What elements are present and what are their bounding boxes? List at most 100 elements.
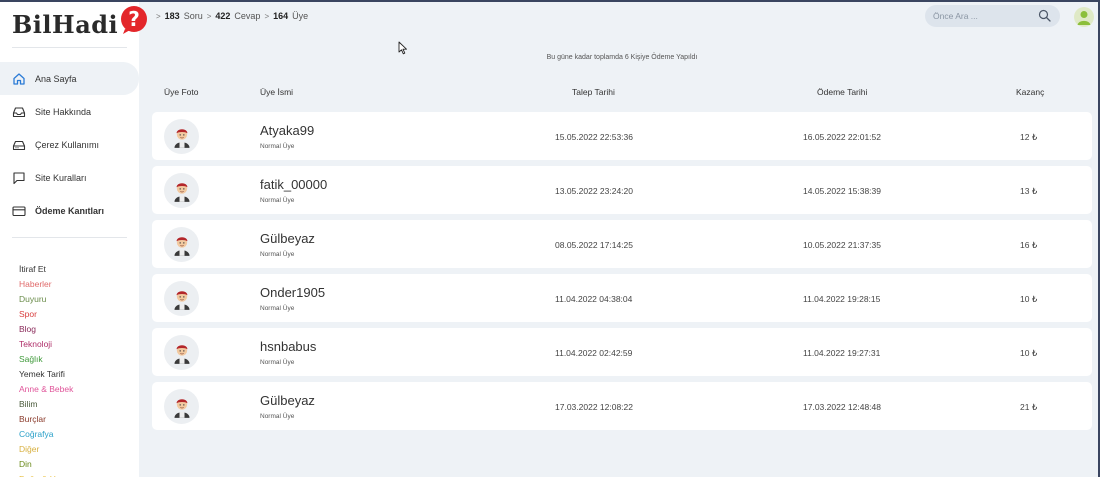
message-icon [12,171,26,185]
member-name[interactable]: Atyaka99 [260,123,314,138]
member-name[interactable]: Gülbeyaz [260,393,315,408]
column-header-photo: Üye Foto [164,87,199,97]
member-role: Normal Üye [260,305,295,312]
member-name[interactable]: fatik_00000 [260,177,327,192]
category-link[interactable]: Coğrafya [19,427,79,442]
table-header: Üye Foto Üye İsmi Talep Tarihi Ödeme Tar… [152,87,1092,101]
nav-label: Ana Sayfa [35,73,77,84]
nav-item-about[interactable]: Site Hakkında [0,95,139,128]
member-photo[interactable] [164,227,199,262]
nav-divider [12,237,127,238]
category-link[interactable]: Teknoloji [19,337,79,352]
member-role: Normal Üye [260,413,295,420]
member-avatar-icon [174,236,189,256]
search-box [925,5,1060,27]
earning-amount: 21 ₺ [1020,402,1038,412]
earning-amount: 10 ₺ [1020,294,1038,304]
table-row: Onder1905 Normal Üye 11.04.2022 04:38:04 11… [152,274,1092,322]
nav-item-cookies[interactable]: Çerez Kullanımı [0,128,139,161]
category-link[interactable]: Anne & Bebek [19,382,79,397]
column-header-request-date: Talep Tarihi [572,87,615,97]
request-date: 11.04.2022 04:38:04 [555,294,633,304]
members-label[interactable]: Üye [292,11,308,21]
questions-count: 183 [164,11,180,21]
payments-table: Atyaka99 Normal Üye 15.05.2022 22:53:36 16.… [152,112,1092,436]
member-photo[interactable] [164,281,199,316]
drive-icon [12,138,26,152]
nav-item-rules[interactable]: Site Kuralları [0,161,139,194]
sidebar: BilHadi ? Ana Sayfa Site Hakkında Çerez … [0,2,148,477]
category-link[interactable]: Yemek Tarifi [19,367,79,382]
answers-count: 422 [215,11,231,21]
request-date: 17.03.2022 12:08:22 [555,402,633,412]
member-role: Normal Üye [260,251,295,258]
payment-date: 11.04.2022 19:28:15 [803,294,881,304]
inbox-icon [12,105,26,119]
category-link[interactable]: Din [19,457,79,472]
payment-date: 17.03.2022 12:48:48 [803,402,881,412]
earning-amount: 13 ₺ [1020,186,1038,196]
member-name[interactable]: Onder1905 [260,285,325,300]
category-link[interactable]: Diğer [19,442,79,457]
nav-item-payment-proofs[interactable]: Ödeme Kanıtları [0,194,139,227]
table-row: fatik_00000 Normal Üye 13.05.2022 23:24:20… [152,166,1092,214]
nav-item-home[interactable]: Ana Sayfa [0,62,139,95]
earning-amount: 12 ₺ [1020,132,1038,142]
category-list: İtiraf Et Haberler Duyuru Spor Blog Teknoloji… [19,262,79,477]
chevron-right-icon: > [264,11,270,21]
search-input[interactable] [933,11,1033,21]
members-count: 164 [273,11,289,21]
member-avatar-icon [174,290,189,310]
logo-text: BilHadi [12,9,119,39]
search-icon[interactable] [1038,9,1051,22]
category-link[interactable]: Bilim [19,397,79,412]
request-date: 13.05.2022 23:24:20 [555,186,633,196]
member-name[interactable]: Gülbeyaz [260,231,315,246]
member-photo[interactable] [164,173,199,208]
earning-amount: 10 ₺ [1020,348,1038,358]
payment-date: 11.04.2022 19:27:31 [803,348,881,358]
category-link[interactable]: Duyuru [19,292,79,307]
payment-date: 16.05.2022 22:01:52 [803,132,881,142]
site-stats-breadcrumb: > 183 Soru > 422 Cevap > 164 Üye [156,11,308,21]
table-row: Gülbeyaz Normal Üye 08.05.2022 17:14:25 10.… [152,220,1092,268]
member-photo[interactable] [164,389,199,424]
column-header-earning: Kazanç [1016,87,1045,97]
category-link[interactable]: Sağlık [19,352,79,367]
user-icon [1074,7,1094,27]
member-name[interactable]: hsnbabus [260,339,316,354]
answers-label[interactable]: Cevap [234,11,260,21]
nav-label: Site Kuralları [35,172,87,183]
request-date: 08.05.2022 17:14:25 [555,240,633,250]
nav-label: Çerez Kullanımı [35,139,100,150]
chevron-right-icon: > [206,11,212,21]
category-link[interactable]: İtiraf Et [19,262,79,277]
mouse-pointer-icon [398,41,407,55]
category-link[interactable]: Doğa & Hayvan [19,472,79,477]
site-logo[interactable]: BilHadi ? [12,6,149,40]
top-bar: > 183 Soru > 422 Cevap > 164 Üye [139,2,1098,32]
request-date: 11.04.2022 02:42:59 [555,348,633,358]
member-avatar-icon [174,128,189,148]
home-icon [12,72,26,86]
questions-label[interactable]: Soru [184,11,203,21]
member-photo[interactable] [164,335,199,370]
member-avatar-icon [174,182,189,202]
card-icon [12,204,26,218]
payment-summary-text: Bu güne kadar toplamda 6 Kişiye Ödeme Ya… [546,54,698,61]
user-avatar[interactable] [1074,7,1094,27]
logo-divider [12,47,127,48]
member-role: Normal Üye [260,143,295,150]
category-link[interactable]: Spor [19,307,79,322]
chevron-right-icon: > [156,11,161,21]
member-avatar-icon [174,344,189,364]
category-link[interactable]: Blog [19,322,79,337]
table-row: Atyaka99 Normal Üye 15.05.2022 22:53:36 16.… [152,112,1092,160]
earning-amount: 16 ₺ [1020,240,1038,250]
request-date: 15.05.2022 22:53:36 [555,132,633,142]
member-photo[interactable] [164,119,199,154]
nav-label: Ödeme Kanıtları [35,205,105,216]
category-link[interactable]: Burçlar [19,412,79,427]
member-avatar-icon [174,398,189,418]
category-link[interactable]: Haberler [19,277,79,292]
